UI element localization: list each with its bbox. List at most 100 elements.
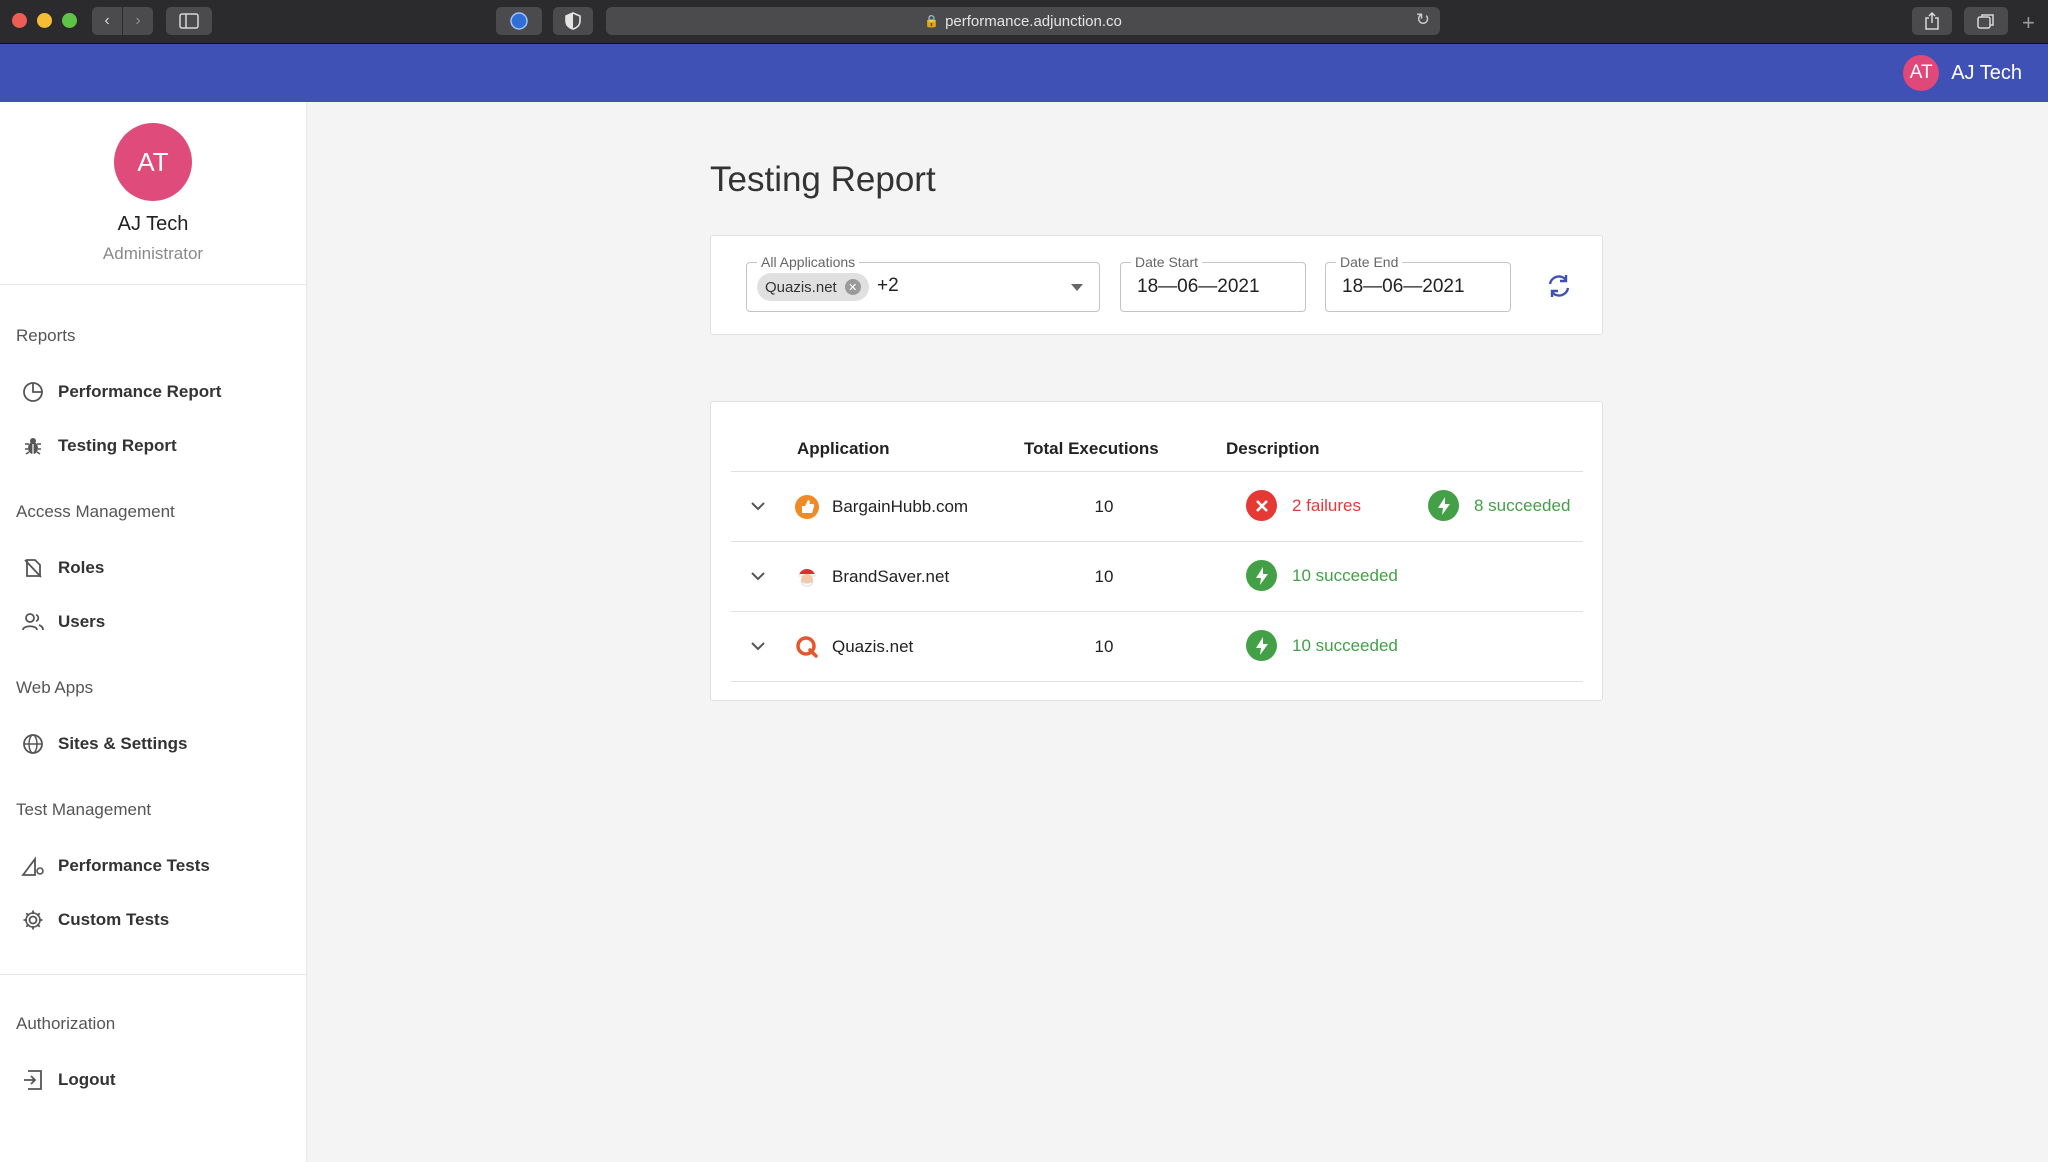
sidebar-item-label: Custom Tests — [58, 910, 170, 929]
sidebar-item-label: Logout — [58, 1070, 116, 1089]
sidebar: AT AJ Tech Administrator Reports Perform… — [0, 102, 307, 1162]
column-header-description: Description — [1226, 439, 1320, 458]
sidebar-item-sites-settings[interactable]: Sites & Settings — [20, 724, 187, 764]
results-table: Application Total Executions Description… — [710, 401, 1603, 701]
avatar: AT — [1903, 55, 1940, 91]
sidebar-item-custom-tests[interactable]: Custom Tests — [20, 900, 169, 940]
sidebar-item-label: Testing Report — [58, 436, 177, 455]
sidebar-item-testing-report[interactable]: Testing Report — [20, 426, 177, 466]
user-menu[interactable]: AT AJ Tech — [1903, 55, 2022, 91]
applications-label: All Applications — [757, 254, 860, 270]
share-icon — [1925, 12, 1939, 30]
failures-status: 2 failures — [1246, 490, 1361, 521]
app-name: Quazis.net — [832, 637, 914, 656]
date-end-value: 18—06—2021 — [1342, 276, 1465, 297]
minimize-window-button[interactable] — [37, 13, 52, 28]
total-executions: 10 — [1094, 567, 1114, 586]
sidebar-item-label: Roles — [58, 558, 105, 577]
sidebar-item-label: Performance Tests — [58, 856, 210, 875]
chevron-left-icon: ‹ — [104, 12, 110, 29]
success-status: 10 succeeded — [1246, 630, 1398, 661]
profile-name: AJ Tech — [117, 213, 189, 235]
table-row[interactable]: BrandSaver.net 10 10 succeeded — [731, 542, 1583, 611]
sidebar-item-label: Sites & Settings — [58, 734, 188, 753]
sidebar-item-label: Performance Report — [58, 382, 222, 401]
section-title-web-apps: Web Apps — [16, 678, 94, 697]
date-end-label: Date End — [1336, 254, 1403, 270]
zoom-window-button[interactable] — [62, 13, 77, 28]
chip-label: Quazis.net — [765, 278, 837, 296]
section-title-test-management: Test Management — [16, 800, 152, 819]
chevron-down-icon[interactable] — [747, 635, 769, 657]
privacy-shield-button[interactable] — [553, 7, 593, 35]
new-tab-button[interactable]: + — [2022, 12, 2035, 34]
chevron-down-icon[interactable] — [747, 495, 769, 517]
success-status: 10 succeeded — [1246, 560, 1398, 591]
app-header: AT AJ Tech — [0, 44, 2048, 102]
more-count: +2 — [877, 275, 899, 296]
back-button[interactable]: ‹ — [92, 7, 122, 35]
bug-icon — [20, 433, 46, 459]
bolt-icon — [1246, 630, 1277, 661]
remove-chip-icon[interactable]: ✕ — [844, 279, 861, 295]
date-start-value: 18—06—2021 — [1137, 276, 1260, 297]
sidebar-item-label: Users — [58, 612, 106, 631]
app-name: BrandSaver.net — [832, 567, 950, 586]
badge-icon — [20, 555, 46, 581]
refresh-icon — [1548, 275, 1570, 297]
thumbs-up-logo-icon — [794, 494, 820, 520]
extension-button[interactable] — [496, 7, 542, 35]
tab-overview-button[interactable] — [1964, 7, 2008, 35]
filter-card: All Applications Quazis.net ✕ +2 Date St… — [710, 235, 1603, 335]
globe-icon — [20, 731, 46, 757]
table-row[interactable]: Quazis.net 10 10 succeeded — [731, 612, 1583, 681]
circle-extension-icon — [510, 12, 528, 30]
column-header-total-executions: Total Executions — [1024, 439, 1159, 458]
column-header-application: Application — [797, 439, 890, 458]
sidebar-item-logout[interactable]: Logout — [20, 1060, 116, 1100]
sidebar-divider — [0, 974, 307, 975]
section-title-authorization: Authorization — [16, 1014, 116, 1033]
refresh-button[interactable] — [1544, 271, 1576, 303]
bolt-icon — [1246, 560, 1277, 591]
sidebar-item-performance-tests[interactable]: Performance Tests — [20, 846, 210, 886]
gear-icon — [20, 907, 46, 933]
sidebar-item-users[interactable]: Users — [20, 602, 105, 642]
url-text: performance.adjunction.co — [945, 12, 1122, 30]
row-divider — [731, 681, 1583, 682]
santa-logo-icon — [794, 564, 820, 590]
sidebar-item-performance-report[interactable]: Performance Report — [20, 372, 221, 412]
user-name: AJ Tech — [1951, 61, 2022, 84]
date-start-field[interactable]: Date Start 18—06—2021 — [1120, 254, 1306, 312]
application-chip[interactable]: Quazis.net ✕ — [757, 273, 869, 301]
bolt-icon — [1428, 490, 1459, 521]
q-logo-icon — [794, 634, 820, 660]
succeeded-text: 10 succeeded — [1292, 565, 1398, 585]
total-executions: 10 — [1094, 497, 1114, 516]
date-end-field[interactable]: Date End 18—06—2021 — [1325, 254, 1511, 312]
share-button[interactable] — [1912, 7, 1952, 35]
reload-icon[interactable]: ↻ — [1416, 10, 1430, 30]
profile-card: AT AJ Tech Administrator — [0, 102, 306, 285]
applications-select[interactable]: All Applications Quazis.net ✕ +2 — [746, 254, 1100, 312]
forward-button[interactable]: › — [123, 7, 153, 35]
sidebar-toggle-button[interactable] — [166, 7, 212, 35]
tabs-icon — [1977, 14, 1994, 29]
date-start-label: Date Start — [1131, 254, 1203, 270]
dropdown-caret-icon[interactable] — [1071, 284, 1083, 291]
profile-avatar: AT — [114, 123, 192, 201]
section-title-access-management: Access Management — [16, 502, 175, 521]
profile-role: Administrator — [102, 244, 204, 263]
users-icon — [20, 609, 46, 635]
ruler-gear-icon — [20, 853, 46, 879]
table-row[interactable]: BargainHubb.com 10 2 failures 8 succeede… — [731, 472, 1583, 541]
chevron-down-icon[interactable] — [747, 565, 769, 587]
browser-toolbar: ‹ › 🔒 performance.adjunction.co ↻ + — [0, 0, 2048, 44]
succeeded-text: 8 succeeded — [1474, 495, 1571, 515]
sidebar-item-roles[interactable]: Roles — [20, 548, 104, 588]
lock-icon: 🔒 — [924, 14, 940, 28]
succeeded-text: 10 succeeded — [1292, 635, 1398, 655]
close-window-button[interactable] — [12, 13, 27, 28]
address-bar[interactable]: 🔒 performance.adjunction.co ↻ — [606, 7, 1440, 35]
failures-text: 2 failures — [1292, 495, 1361, 515]
